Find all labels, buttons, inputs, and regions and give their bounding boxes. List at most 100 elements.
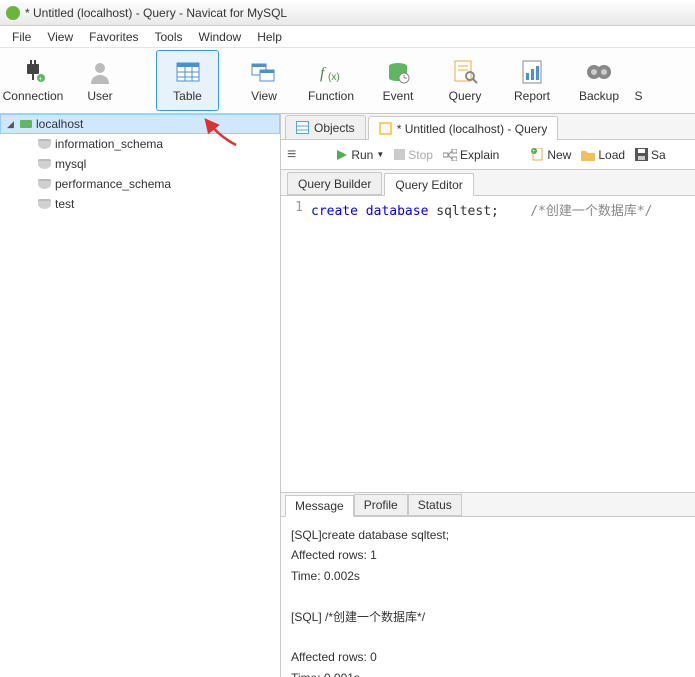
- tool-query[interactable]: Query: [432, 48, 499, 113]
- tab-query-builder[interactable]: Query Builder: [287, 172, 382, 195]
- result-tab-status[interactable]: Status: [408, 494, 462, 516]
- tool-view[interactable]: View: [231, 48, 298, 113]
- tree-db-mysql[interactable]: mysql: [0, 154, 280, 174]
- tool-label: Report: [514, 89, 550, 103]
- titlebar: * Untitled (localhost) - Query - Navicat…: [0, 0, 695, 26]
- tab-query-editor[interactable]: Query Editor: [384, 173, 473, 196]
- tool-label: User: [87, 89, 112, 103]
- sql-editor[interactable]: 1 create database sqltest; /*创建一个数据库*/: [281, 196, 695, 492]
- tool-report[interactable]: Report: [499, 48, 566, 113]
- plug-icon: +: [19, 58, 47, 86]
- menu-window[interactable]: Window: [191, 28, 250, 46]
- stop-icon: [394, 149, 405, 160]
- backup-icon: [585, 58, 613, 86]
- event-icon: [384, 58, 412, 86]
- save-label: Sa: [651, 148, 666, 162]
- menu-help[interactable]: Help: [249, 28, 290, 46]
- query-action-bar: ≡ Run ▼ Stop Explain + New Load: [281, 140, 695, 170]
- result-line: Affected rows: 0: [291, 647, 685, 667]
- tree-db-information_schema[interactable]: information_schema: [0, 134, 280, 154]
- query-icon: [379, 122, 392, 135]
- svg-text:+: +: [532, 149, 536, 155]
- tab-query[interactable]: * Untitled (localhost) - Query: [368, 116, 559, 140]
- results-panel: Message Profile Status [SQL]create datab…: [281, 492, 695, 677]
- table-icon: [296, 121, 309, 134]
- db-label: mysql: [55, 157, 86, 171]
- main-toolbar: + Connection User TableView f(x) Function Even…: [0, 48, 695, 114]
- explain-icon: [443, 149, 457, 161]
- report-icon: [518, 58, 546, 86]
- new-icon: +: [531, 148, 544, 161]
- folder-icon: [581, 149, 595, 161]
- view-icon: [250, 58, 278, 86]
- menu-favorites[interactable]: Favorites: [81, 28, 146, 46]
- new-button[interactable]: + New: [531, 148, 571, 162]
- tool-table[interactable]: Table: [156, 50, 219, 111]
- editor-tab-bar: Query Builder Query Editor: [281, 170, 695, 196]
- tool-connection[interactable]: + Connection: [0, 48, 67, 113]
- db-label: performance_schema: [55, 177, 171, 191]
- tool-label: Backup: [579, 89, 619, 103]
- result-tab-bar: Message Profile Status: [281, 493, 695, 517]
- db-label: information_schema: [55, 137, 163, 151]
- result-tab-message[interactable]: Message: [285, 495, 354, 517]
- menubar: File View Favorites Tools Window Help: [0, 26, 695, 48]
- fx-icon: f(x): [317, 58, 345, 86]
- load-button[interactable]: Load: [581, 148, 625, 162]
- result-line: [291, 586, 685, 606]
- tree-db-performance_schema[interactable]: performance_schema: [0, 174, 280, 194]
- stop-button[interactable]: Stop: [394, 148, 433, 162]
- tree-db-test[interactable]: test: [0, 194, 280, 214]
- tool-user[interactable]: User: [67, 48, 134, 113]
- tool-label: Function: [308, 89, 354, 103]
- database-icon: [38, 179, 51, 189]
- tool-function[interactable]: f(x) Function: [298, 48, 365, 113]
- database-icon: [38, 139, 51, 149]
- db-label: test: [55, 197, 74, 211]
- tab-objects-label: Objects: [314, 121, 355, 135]
- tool-backup[interactable]: Backup: [566, 48, 633, 113]
- result-tab-profile[interactable]: Profile: [354, 494, 408, 516]
- tree-root-localhost[interactable]: ◢ localhost: [0, 114, 280, 134]
- doc-tabs: Objects * Untitled (localhost) - Query: [281, 114, 695, 140]
- svg-text:(x): (x): [328, 72, 340, 83]
- tool-event[interactable]: Event: [365, 48, 432, 113]
- menu-view[interactable]: View: [39, 28, 81, 46]
- tool-label: Event: [383, 89, 414, 103]
- load-label: Load: [598, 148, 625, 162]
- query-icon: [451, 58, 479, 86]
- result-line: Time: 0.002s: [291, 566, 685, 586]
- run-label: Run: [351, 148, 373, 162]
- database-icon: [38, 159, 51, 169]
- play-icon: [336, 149, 348, 161]
- tab-objects[interactable]: Objects: [285, 115, 366, 139]
- user-icon: [86, 58, 114, 86]
- stop-label: Stop: [408, 148, 433, 162]
- tool-partial[interactable]: S: [633, 48, 645, 113]
- result-line: Time: 0.001s: [291, 668, 685, 677]
- connection-tree[interactable]: ◢ localhost information_schemamysql perfo…: [0, 114, 281, 677]
- tab-query-label: * Untitled (localhost) - Query: [397, 122, 548, 136]
- hamburger-icon[interactable]: ≡: [287, 146, 296, 164]
- result-line: [291, 627, 685, 647]
- tree-root-label: localhost: [36, 117, 83, 131]
- message-output[interactable]: [SQL]create database sqltest;Affected ro…: [281, 517, 695, 677]
- tool-label: Query: [449, 89, 482, 103]
- explain-button[interactable]: Explain: [443, 148, 499, 162]
- connection-icon: [19, 117, 33, 131]
- dropdown-icon[interactable]: ▼: [376, 150, 384, 159]
- menu-tools[interactable]: Tools: [147, 28, 191, 46]
- run-button[interactable]: Run ▼: [336, 148, 384, 162]
- code-line-1[interactable]: create database sqltest; /*创建一个数据库*/: [311, 200, 653, 492]
- save-icon: [635, 148, 648, 161]
- tool-label: Connection: [3, 89, 64, 103]
- result-line: [SQL] /*创建一个数据库*/: [291, 607, 685, 627]
- window-title: * Untitled (localhost) - Query - Navicat…: [25, 6, 287, 20]
- menu-file[interactable]: File: [4, 28, 39, 46]
- database-icon: [38, 199, 51, 209]
- explain-label: Explain: [460, 148, 499, 162]
- expand-icon[interactable]: ◢: [5, 119, 16, 130]
- result-line: [SQL]create database sqltest;: [291, 525, 685, 545]
- result-line: Affected rows: 1: [291, 545, 685, 565]
- save-button[interactable]: Sa: [635, 148, 666, 162]
